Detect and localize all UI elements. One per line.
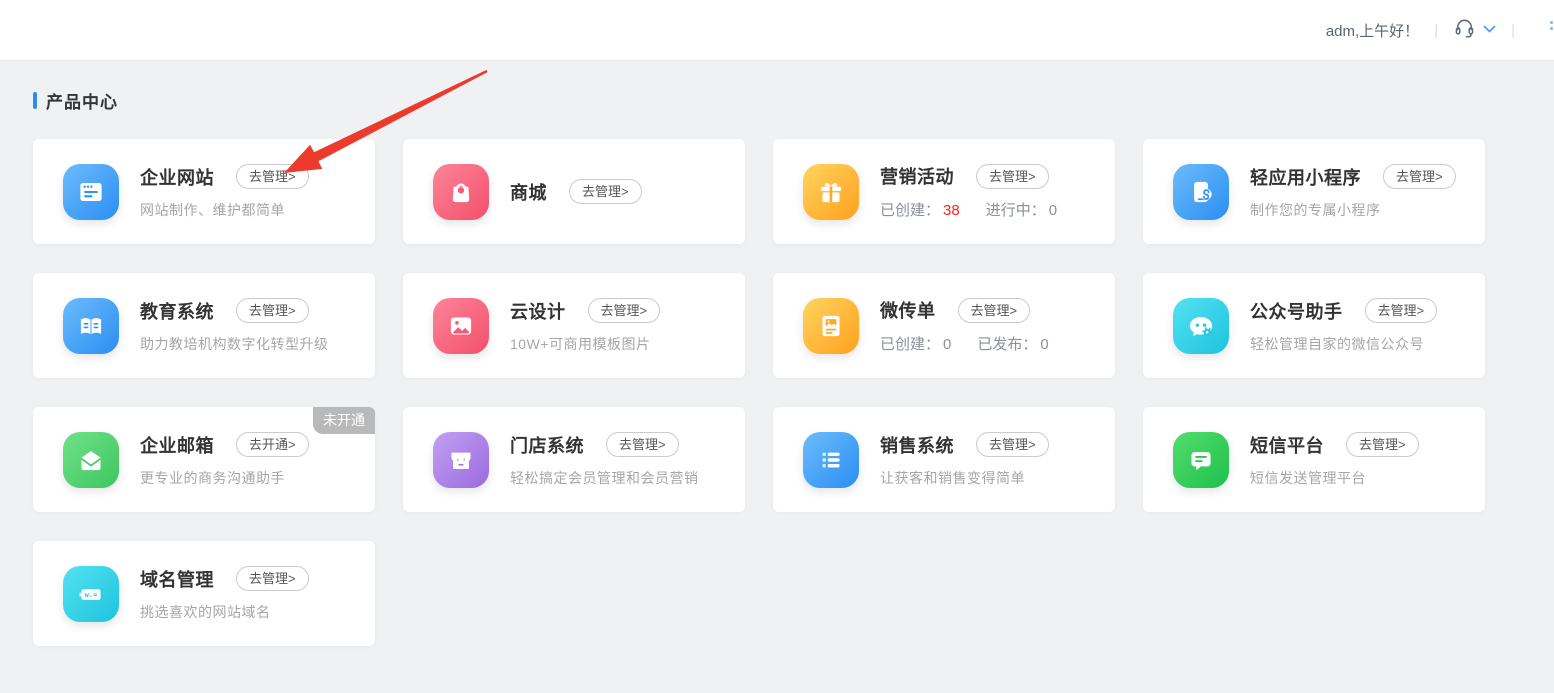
manage-button[interactable]: 去管理> xyxy=(588,298,661,323)
wechat-official-icon xyxy=(1173,298,1229,354)
headset-icon xyxy=(1453,16,1476,44)
stat-label: 已创建： xyxy=(880,202,940,219)
manage-button[interactable]: 去管理> xyxy=(236,164,309,189)
product-title: 销售系统 xyxy=(880,432,954,458)
product-subtitle: 网站制作、维护都简单 xyxy=(140,200,309,220)
manage-button[interactable]: 去管理> xyxy=(1383,164,1456,189)
product-card-cloud-design[interactable]: 云设计 去管理> 10W+可商用模板图片 xyxy=(403,273,745,378)
product-card-flyer[interactable]: 微传单 去管理> 已创建：0 已发布：0 xyxy=(773,273,1115,378)
education-book-icon xyxy=(63,298,119,354)
section-header: 产品中心 xyxy=(33,88,118,113)
stat-label: 进行中： xyxy=(986,202,1046,219)
manage-button[interactable]: 去管理> xyxy=(236,566,309,591)
product-card-miniapp[interactable]: 轻应用小程序 去管理> 制作您的专属小程序 xyxy=(1143,139,1485,244)
gift-icon xyxy=(803,164,859,220)
not-activated-badge: 未开通 xyxy=(313,407,375,434)
accent-bar xyxy=(33,92,37,109)
product-title: 短信平台 xyxy=(1250,432,1324,458)
product-title: 云设计 xyxy=(510,298,566,324)
product-title: 企业网站 xyxy=(140,164,214,190)
product-card-sms-platform[interactable]: 短信平台 去管理> 短信发送管理平台 xyxy=(1143,407,1485,512)
product-subtitle: 短信发送管理平台 xyxy=(1250,468,1419,488)
manage-button[interactable]: 去管理> xyxy=(958,298,1031,323)
product-title: 门店系统 xyxy=(510,432,584,458)
chevron-down-icon xyxy=(1483,21,1496,39)
stat-value: 38 xyxy=(943,202,960,219)
topbar-divider: | xyxy=(1434,22,1438,39)
stat-value: 0 xyxy=(1049,202,1057,219)
mail-icon xyxy=(63,432,119,488)
manage-button[interactable]: 去管理> xyxy=(236,298,309,323)
stat-value: 0 xyxy=(943,336,951,353)
product-subtitle: 让获客和销售变得简单 xyxy=(880,468,1049,488)
product-title: 轻应用小程序 xyxy=(1250,164,1361,190)
product-grid: 企业网站 去管理> 网站制作、维护都简单 商城 去管理> xyxy=(33,139,1485,646)
product-card-mall[interactable]: 商城 去管理> xyxy=(403,139,745,244)
product-subtitle: 轻松管理自家的微信公众号 xyxy=(1250,334,1437,354)
product-title: 教育系统 xyxy=(140,298,214,324)
svg-text:w.=: w.= xyxy=(85,590,98,599)
sms-bubble-icon xyxy=(1173,432,1229,488)
topbar-divider: | xyxy=(1511,22,1515,39)
manage-button[interactable]: 去管理> xyxy=(606,432,679,457)
product-stats: 已创建：0 已发布：0 xyxy=(880,333,1049,354)
product-title: 公众号助手 xyxy=(1250,298,1343,324)
page-title: 产品中心 xyxy=(46,88,118,113)
topbar: adm,上午好！ | | xyxy=(0,0,1554,61)
manage-button[interactable]: 去管理> xyxy=(569,179,642,204)
website-icon xyxy=(63,164,119,220)
product-subtitle: 轻松搞定会员管理和会员营销 xyxy=(510,468,699,488)
product-card-enterprise-website[interactable]: 企业网站 去管理> 网站制作、维护都简单 xyxy=(33,139,375,244)
product-card-domain[interactable]: w.= 域名管理 去管理> 挑选喜欢的网站域名 xyxy=(33,541,375,646)
manage-button[interactable]: 去管理> xyxy=(1365,298,1438,323)
miniapp-phone-icon xyxy=(1173,164,1229,220)
product-subtitle: 挑选喜欢的网站域名 xyxy=(140,602,309,622)
product-card-education[interactable]: 教育系统 去管理> 助力教培机构数字化转型升级 xyxy=(33,273,375,378)
manage-button[interactable]: 去管理> xyxy=(1346,432,1419,457)
stat-value: 0 xyxy=(1040,336,1048,353)
stat-label: 已创建： xyxy=(880,336,940,353)
activate-button[interactable]: 去开通> xyxy=(236,432,309,457)
support-menu[interactable] xyxy=(1453,16,1496,44)
user-greeting: adm,上午好！ xyxy=(1326,20,1419,41)
product-title: 域名管理 xyxy=(140,566,214,592)
product-card-official-account[interactable]: 公众号助手 去管理> 轻松管理自家的微信公众号 xyxy=(1143,273,1485,378)
product-stats: 已创建：38 进行中：0 xyxy=(880,199,1057,220)
clipped-edge-icon xyxy=(1550,21,1553,37)
domain-ticket-icon: w.= xyxy=(63,566,119,622)
product-title: 微传单 xyxy=(880,297,936,323)
product-subtitle: 10W+可商用模板图片 xyxy=(510,334,660,354)
stat-label: 已发布： xyxy=(977,336,1037,353)
product-subtitle: 制作您的专属小程序 xyxy=(1250,200,1456,220)
manage-button[interactable]: 去管理> xyxy=(976,432,1049,457)
manage-button[interactable]: 去管理> xyxy=(976,164,1049,189)
product-subtitle: 更专业的商务沟通助手 xyxy=(140,468,309,488)
product-title: 企业邮箱 xyxy=(140,432,214,458)
product-subtitle: 助力教培机构数字化转型升级 xyxy=(140,334,329,354)
product-card-store-system[interactable]: 门店系统 去管理> 轻松搞定会员管理和会员营销 xyxy=(403,407,745,512)
product-card-sales-system[interactable]: 销售系统 去管理> 让获客和销售变得简单 xyxy=(773,407,1115,512)
product-title: 营销活动 xyxy=(880,163,954,189)
product-title: 商城 xyxy=(510,179,547,205)
mall-bag-icon xyxy=(433,164,489,220)
storefront-icon xyxy=(433,432,489,488)
product-card-marketing[interactable]: 营销活动 去管理> 已创建：38 进行中：0 xyxy=(773,139,1115,244)
product-card-enterprise-mail[interactable]: 未开通 企业邮箱 去开通> 更专业的商务沟通助手 xyxy=(33,407,375,512)
image-design-icon xyxy=(433,298,489,354)
flyer-icon xyxy=(803,298,859,354)
sales-list-icon xyxy=(803,432,859,488)
